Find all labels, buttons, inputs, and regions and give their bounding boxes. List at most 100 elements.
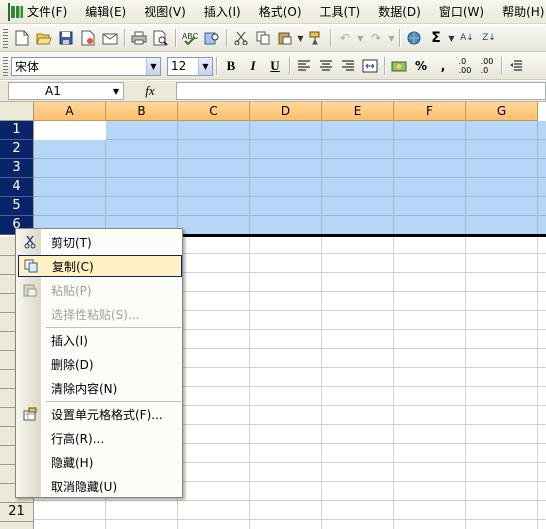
- menu-help[interactable]: 帮助(H): [493, 2, 546, 22]
- sort-ascending-icon[interactable]: A↓: [456, 27, 478, 49]
- row-header[interactable]: 4: [0, 178, 34, 197]
- align-left-icon[interactable]: [293, 55, 315, 77]
- bold-button[interactable]: B: [220, 55, 242, 77]
- email-icon[interactable]: [99, 27, 121, 49]
- paste-dropdown-icon[interactable]: ▼: [296, 34, 305, 43]
- menu-item-clear-contents[interactable]: 清除内容(N): [18, 377, 182, 399]
- menu-item-label: 行高(R)...: [51, 431, 105, 446]
- select-all-corner[interactable]: [0, 102, 34, 121]
- copy-icon[interactable]: [252, 27, 274, 49]
- row-header[interactable]: 21: [0, 503, 34, 522]
- context-menu: 剪切(T) 复制(C) 粘贴(P) 选择性粘贴(S)... 插入(I) 删除(D…: [15, 228, 183, 498]
- autosum-dropdown-icon[interactable]: ▼: [447, 34, 456, 43]
- italic-button[interactable]: I: [242, 55, 264, 77]
- menu-item-label: 剪切(T): [51, 235, 92, 250]
- chevron-down-icon[interactable]: ▼: [109, 87, 123, 96]
- increase-decimal-icon[interactable]: .0.00: [454, 55, 476, 77]
- currency-icon[interactable]: [388, 55, 410, 77]
- column-header[interactable]: E: [322, 102, 394, 121]
- menu-item-unhide[interactable]: 取消隐藏(U): [18, 475, 182, 497]
- font-size-select[interactable]: 12 ▼: [167, 56, 213, 76]
- menu-item-paste[interactable]: 粘贴(P): [18, 279, 182, 301]
- percent-button[interactable]: %: [410, 55, 432, 77]
- print-preview-icon[interactable]: [150, 27, 172, 49]
- print-icon[interactable]: [128, 27, 150, 49]
- menu-item-hide[interactable]: 隐藏(H): [18, 451, 182, 473]
- cut-icon[interactable]: [230, 27, 252, 49]
- font-name-select[interactable]: 宋体 ▼: [11, 56, 161, 76]
- underline-button[interactable]: U: [264, 55, 286, 77]
- toolbar-grip[interactable]: [3, 28, 8, 48]
- menu-window[interactable]: 窗口(W): [430, 2, 493, 22]
- menu-file[interactable]: 文件(F): [18, 2, 76, 22]
- column-header[interactable]: A: [34, 102, 106, 121]
- column-header[interactable]: D: [250, 102, 322, 121]
- column-header[interactable]: C: [178, 102, 250, 121]
- row-header[interactable]: 3: [0, 159, 34, 178]
- toolbar-separator: [289, 57, 290, 75]
- spelling-icon[interactable]: ABC: [179, 27, 201, 49]
- menu-item-format-cells[interactable]: 设置单元格格式(F)...: [18, 403, 182, 425]
- undo-dropdown-icon[interactable]: ▼: [356, 34, 365, 43]
- scissors-icon: [18, 231, 41, 253]
- row-header[interactable]: 2: [0, 140, 34, 159]
- sort-descending-icon[interactable]: Z↓: [478, 27, 500, 49]
- menu-edit[interactable]: 编辑(E): [76, 2, 135, 22]
- selected-rows-range[interactable]: [34, 121, 546, 235]
- menu-bar: 文件(F) 编辑(E) 视图(V) 插入(I) 格式(O) 工具(T) 数据(D…: [0, 0, 546, 24]
- redo-dropdown-icon[interactable]: ▼: [387, 34, 396, 43]
- toolbar-separator: [330, 29, 331, 47]
- research-icon[interactable]: [201, 27, 223, 49]
- insert-function-icon[interactable]: fx: [124, 83, 176, 99]
- permission-icon[interactable]: [77, 27, 99, 49]
- menu-item-cut[interactable]: 剪切(T): [18, 231, 182, 253]
- toolbar-separator: [399, 29, 400, 47]
- toolbar-grip[interactable]: [3, 56, 8, 76]
- excel-app-icon[interactable]: [8, 2, 23, 21]
- formatting-toolbar: 宋体 ▼ 12 ▼ B I U % , .0.00 .00.0: [0, 53, 546, 80]
- menu-data[interactable]: 数据(D): [369, 2, 430, 22]
- merge-center-icon[interactable]: [359, 55, 381, 77]
- menu-separator: [46, 327, 181, 328]
- menu-item-copy[interactable]: 复制(C): [18, 255, 182, 277]
- chevron-down-icon[interactable]: ▼: [198, 57, 212, 75]
- menu-view[interactable]: 视图(V): [135, 2, 195, 22]
- align-center-icon[interactable]: [315, 55, 337, 77]
- new-icon[interactable]: [11, 27, 33, 49]
- decrease-decimal-icon[interactable]: .00.0: [476, 55, 498, 77]
- active-cell[interactable]: [34, 121, 106, 140]
- menu-item-label: 取消隐藏(U): [51, 479, 118, 494]
- column-header[interactable]: F: [394, 102, 466, 121]
- row-header[interactable]: 1: [0, 121, 34, 140]
- name-box[interactable]: A1 ▼: [8, 82, 124, 100]
- row-header[interactable]: [0, 522, 34, 529]
- autosum-icon[interactable]: Σ: [425, 27, 447, 49]
- menu-item-paste-special[interactable]: 选择性粘贴(S)...: [18, 303, 182, 325]
- menu-insert[interactable]: 插入(I): [195, 2, 250, 22]
- open-icon[interactable]: [33, 27, 55, 49]
- column-header[interactable]: G: [466, 102, 538, 121]
- menu-tools[interactable]: 工具(T): [311, 2, 370, 22]
- redo-icon[interactable]: ↷: [365, 27, 387, 49]
- menu-item-row-height[interactable]: 行高(R)...: [18, 427, 182, 449]
- align-right-icon[interactable]: [337, 55, 359, 77]
- column-header[interactable]: B: [106, 102, 178, 121]
- menu-item-label: 删除(D): [51, 357, 94, 372]
- comma-button[interactable]: ,: [432, 55, 454, 77]
- row-header[interactable]: 5: [0, 197, 34, 216]
- decrease-indent-icon[interactable]: [505, 55, 527, 77]
- formula-input[interactable]: [176, 82, 546, 100]
- paste-icon[interactable]: [274, 27, 296, 49]
- format-painter-icon[interactable]: [305, 27, 327, 49]
- hyperlink-icon[interactable]: [403, 27, 425, 49]
- menu-item-delete[interactable]: 删除(D): [18, 353, 182, 375]
- save-icon[interactable]: [55, 27, 77, 49]
- menu-format[interactable]: 格式(O): [250, 2, 311, 22]
- chevron-down-icon[interactable]: ▼: [146, 57, 160, 75]
- menu-item-label: 选择性粘贴(S)...: [51, 307, 140, 322]
- menu-item-insert[interactable]: 插入(I): [18, 329, 182, 351]
- paste-icon: [18, 279, 41, 301]
- undo-icon[interactable]: ↶: [334, 27, 356, 49]
- font-name-value: 宋体: [15, 59, 40, 74]
- menu-item-label: 粘贴(P): [51, 283, 92, 298]
